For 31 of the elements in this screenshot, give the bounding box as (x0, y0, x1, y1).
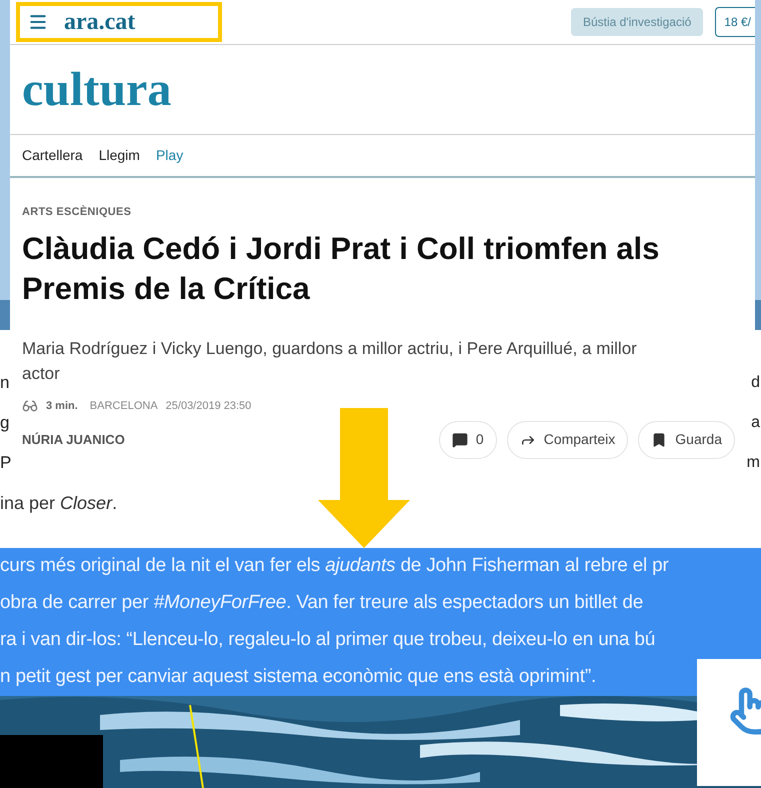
comment-icon (452, 432, 468, 448)
share-button[interactable]: Comparteix (506, 420, 628, 458)
comments-button[interactable]: 0 (438, 420, 497, 458)
subscription-button[interactable]: 18 €/ (715, 7, 755, 37)
article-headline: Clàudia Cedó i Jordi Prat i Coll triomfen als Premis de la Crítica (22, 230, 660, 308)
selected-text-line: n petit gest per canviar aquest sistema econòmic que ens està oprimint”. (0, 665, 596, 690)
text-fragment: m (746, 453, 761, 473)
bookmark-icon (651, 432, 668, 448)
selected-text-line: curs més original de la nit el van fer els ajudants de John Fisherman al rebre el pr (0, 554, 669, 578)
article-author[interactable]: NÚRIA JUANICO (22, 430, 125, 450)
save-button[interactable]: Guarda (638, 420, 735, 458)
section-title: cultura (22, 66, 172, 114)
text-fragment: P (0, 452, 10, 474)
text-fragment: n (0, 372, 10, 394)
article-location: BARCELONA (90, 399, 158, 414)
article-date: 25/03/2019 23:50 (166, 399, 252, 414)
reading-time: 3 min. (46, 399, 78, 414)
selected-text-line: ra i van dir-los: “Llenceu-lo, regaleu-lo al primer que trobeu, deixeu-lo en una bú (0, 628, 656, 652)
section-link[interactable]: Play (156, 145, 184, 166)
section-link[interactable]: Cartellera (22, 145, 83, 166)
text-fragment: a (751, 413, 761, 433)
article-category[interactable]: ARTS ESCÈNIQUES (22, 204, 743, 220)
site-logo[interactable]: ara.cat (64, 10, 136, 34)
body-text: ina per Closer. (0, 493, 118, 513)
glasses-icon (22, 398, 38, 414)
selected-text-line: obra de carrer per #MoneyForFree. Van fer treure als espectadors un bitllet de (0, 591, 644, 616)
menu-icon[interactable] (28, 12, 48, 32)
text-fragment: d (751, 373, 761, 393)
section-link[interactable]: Llegim (98, 145, 140, 166)
article-subtitle: Maria Rodríguez i Vicky Luengo, guardons a millor actriu, i Pere Arquillué, a millor actor (22, 338, 638, 385)
text-fragment: g (0, 412, 10, 434)
